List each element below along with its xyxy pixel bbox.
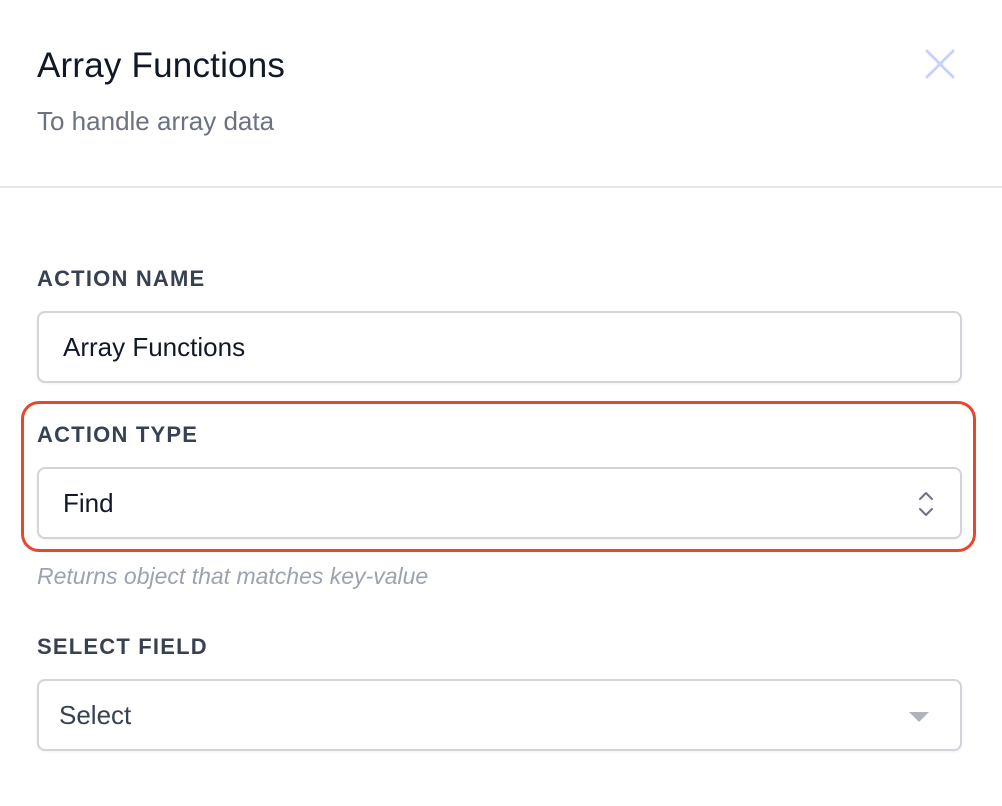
action-name-input[interactable] xyxy=(39,313,899,381)
action-name-field-wrapper xyxy=(37,311,962,383)
action-type-selected-value: Find xyxy=(63,488,114,518)
panel-subtitle: To handle array data xyxy=(37,106,275,136)
action-name-label: ACTION NAME xyxy=(37,266,206,291)
action-type-helper-text: Returns object that matches key-value xyxy=(37,563,429,589)
caret-down-icon xyxy=(909,712,929,722)
action-panel: Array Functions To handle array data ACT… xyxy=(0,0,1002,806)
select-field-placeholder: Select xyxy=(59,700,132,730)
action-type-label: ACTION TYPE xyxy=(37,422,199,447)
updown-chevron-icon xyxy=(919,492,933,516)
close-button[interactable] xyxy=(918,42,962,86)
panel-header: Array Functions To handle array data xyxy=(0,0,1002,188)
action-type-select[interactable]: Find xyxy=(37,467,962,539)
panel-title: Array Functions xyxy=(37,46,286,85)
select-field-label: SELECT FIELD xyxy=(37,634,208,659)
close-icon xyxy=(925,49,955,79)
select-field-dropdown[interactable]: Select xyxy=(37,679,962,751)
